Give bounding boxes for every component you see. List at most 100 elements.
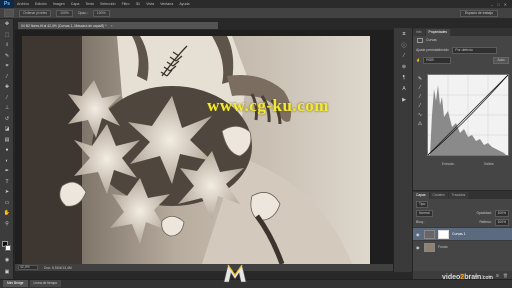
type-icon[interactable]: T xyxy=(0,177,14,188)
brush-panel-icon[interactable]: ⁄ xyxy=(395,51,413,61)
minimize-icon[interactable]: – xyxy=(491,2,493,7)
visibility-eye-icon[interactable]: ◉ xyxy=(416,232,421,237)
document-tab[interactable]: 04 B2 flores.tif al 42,4% (Curvas 1, Más… xyxy=(18,22,218,30)
layers-tabs: Capas Canales Trazados xyxy=(413,191,512,199)
marquee-icon[interactable]: ⬚ xyxy=(0,30,14,41)
hand-icon[interactable]: ✋ xyxy=(0,208,14,219)
crop-icon[interactable]: ⌗ xyxy=(0,61,14,72)
new-layer-icon[interactable]: ⊞ xyxy=(496,273,499,278)
menu-item-filter[interactable]: Filtro xyxy=(119,2,133,6)
options-bar: Ordenar píxeles 100% Opac.: 100% Espacio… xyxy=(0,8,512,19)
layer-row-curves[interactable]: ◉ Curvas 1 xyxy=(413,227,512,240)
menu-item-type[interactable]: Texto xyxy=(82,2,97,6)
opacity-field[interactable]: 100% xyxy=(92,9,110,17)
menu-bar: Ps Archivo Edición Imagen Capa Texto Sel… xyxy=(0,0,512,8)
layers-panel: Capas Canales Trazados Tipo Normal Opaci… xyxy=(413,190,512,279)
black-point-eyedropper-icon[interactable]: ⁄ xyxy=(416,83,424,92)
tab-mini-bridge[interactable]: Mini Bridge xyxy=(3,280,28,287)
watermark-text: www.cg-ku.com xyxy=(207,96,329,115)
zoom-icon[interactable]: ⚲ xyxy=(0,219,14,230)
clone-source-icon[interactable]: ⊕ xyxy=(395,62,413,72)
menu-item-edit[interactable]: Edición xyxy=(32,2,50,6)
paragraph-icon[interactable]: ¶ xyxy=(395,73,413,83)
shape-icon[interactable]: ▭ xyxy=(0,198,14,209)
layer-row-background[interactable]: ◉ Fondo xyxy=(413,240,512,253)
output-label: Salida: xyxy=(483,162,495,166)
move-icon[interactable]: ✥ xyxy=(0,19,14,30)
hand-adjust-icon[interactable]: ☝ xyxy=(416,58,420,62)
fill-field[interactable]: 100% xyxy=(494,218,509,226)
tab-properties[interactable]: Propiedades xyxy=(425,29,451,36)
info-icon[interactable]: ⓘ xyxy=(395,40,413,50)
preset-select[interactable]: Por defecto xyxy=(452,46,498,54)
character-icon[interactable]: A xyxy=(395,84,413,94)
panel-dock: ⧖ ⓘ ⁄ ⊕ ¶ A ▶ xyxy=(393,28,413,272)
menu-item-image[interactable]: Imagen xyxy=(50,2,68,6)
smooth-curve-icon[interactable]: ∿ xyxy=(416,110,424,119)
menu-item-layer[interactable]: Capa xyxy=(68,2,83,6)
eraser-icon[interactable]: ◪ xyxy=(0,124,14,135)
actions-icon[interactable]: ▶ xyxy=(395,95,413,105)
gray-point-eyedropper-icon[interactable]: ⁄ xyxy=(416,92,424,101)
menu-item-window[interactable]: Ventana xyxy=(157,2,176,6)
menu-item-view[interactable]: Vista xyxy=(143,2,157,6)
trash-icon[interactable]: 🗑 xyxy=(503,273,508,278)
path-select-icon[interactable]: ➤ xyxy=(0,187,14,198)
quick-mask-icon[interactable]: ◉ xyxy=(0,255,14,266)
blur-icon[interactable]: ● xyxy=(0,145,14,156)
channel-select[interactable]: RGB xyxy=(423,56,452,64)
blend-row: Normal Opacidad: 100% xyxy=(416,209,509,217)
stamp-icon[interactable]: ⊥ xyxy=(0,103,14,114)
document-image[interactable] xyxy=(22,36,370,264)
menu-item-3d[interactable]: 3D xyxy=(133,2,144,6)
quick-select-icon[interactable]: ✎ xyxy=(0,51,14,62)
pen-icon[interactable]: ✒ xyxy=(0,166,14,177)
layer-mask-thumbnail[interactable] xyxy=(438,229,449,239)
video2brain-logo: video 2 brain .com xyxy=(442,274,493,281)
input-output-row: Entrada: Salida: xyxy=(427,162,509,166)
background-color-swatch[interactable] xyxy=(5,245,11,251)
mode-select[interactable]: Ordenar píxeles xyxy=(19,9,52,17)
layer-thumbnail xyxy=(424,242,435,252)
lasso-icon[interactable]: ℓ xyxy=(0,40,14,51)
layer-kind-select[interactable]: Tipo xyxy=(416,200,429,208)
properties-header: Curvas xyxy=(413,36,512,44)
white-point-eyedropper-icon[interactable]: ⁄ xyxy=(416,101,424,110)
curves-tools: ✎ ⁄ ⁄ ⁄ ∿ ⚠ xyxy=(416,74,424,128)
lock-label: Bloq.: xyxy=(416,220,425,224)
close-document-icon[interactable]: × xyxy=(111,24,113,28)
clipping-warning-icon[interactable]: ⚠ xyxy=(416,119,424,128)
zoom-level-field[interactable]: 42,4% xyxy=(18,265,38,270)
tab-info[interactable]: Info xyxy=(413,29,425,36)
eyedropper-icon[interactable]: ⁄ xyxy=(0,72,14,83)
blend-mode-select[interactable]: Normal xyxy=(416,209,433,217)
visibility-eye-icon[interactable]: ◉ xyxy=(416,245,421,250)
tool-preset-picker[interactable] xyxy=(4,9,14,17)
doc-size-info[interactable]: Doc: 5,91M/13,4M xyxy=(44,266,72,270)
tab-layers[interactable]: Capas xyxy=(413,192,429,199)
menu-item-file[interactable]: Archivo xyxy=(14,2,32,6)
menu-item-select[interactable]: Selección xyxy=(97,2,119,6)
menu-item-help[interactable]: Ayuda xyxy=(176,2,192,6)
size-field[interactable]: 100% xyxy=(56,9,73,17)
auto-button[interactable]: Auto xyxy=(493,56,509,64)
workspace-select[interactable]: Espacio de trabajo xyxy=(459,9,498,17)
pencil-curve-icon[interactable]: ✎ xyxy=(416,74,424,83)
dodge-icon[interactable]: ◐ xyxy=(0,156,14,167)
maximize-icon[interactable]: □ xyxy=(497,2,499,7)
tab-channels[interactable]: Canales xyxy=(429,192,448,199)
fill-label: Relleno: xyxy=(479,220,492,224)
history-icon[interactable]: ⧖ xyxy=(395,29,413,39)
channel-row: ☝ RGB Auto xyxy=(416,56,509,64)
gradient-icon[interactable]: ▤ xyxy=(0,135,14,146)
curves-histogram xyxy=(427,74,509,156)
screen-mode-icon[interactable]: ▣ xyxy=(0,267,14,278)
close-icon[interactable]: ✕ xyxy=(504,2,507,7)
healing-icon[interactable]: ✚ xyxy=(0,82,14,93)
tab-timeline[interactable]: Línea de tiempo xyxy=(29,280,62,287)
layer-opacity-field[interactable]: 100% xyxy=(494,209,509,217)
curves-graph[interactable] xyxy=(427,74,509,156)
brush-icon[interactable]: ⁄ xyxy=(0,93,14,104)
history-brush-icon[interactable]: ↺ xyxy=(0,114,14,125)
tab-paths[interactable]: Trazados xyxy=(448,192,469,199)
